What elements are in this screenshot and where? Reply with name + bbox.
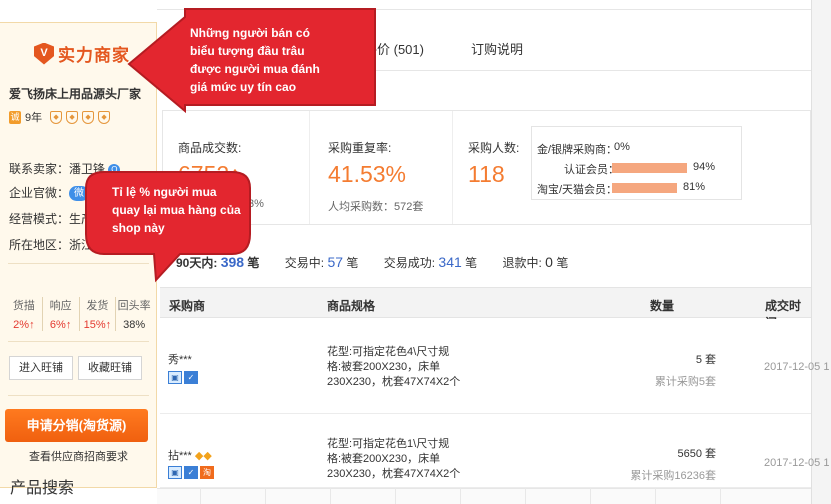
return-rate-callout: Tỉ lệ % người mua quay lại mua hàng của … — [112, 185, 241, 235]
callout-shapes — [85, 8, 376, 283]
seller-badge-callout: Những người bán có biểu tượng đầu trâu đ… — [190, 26, 320, 94]
